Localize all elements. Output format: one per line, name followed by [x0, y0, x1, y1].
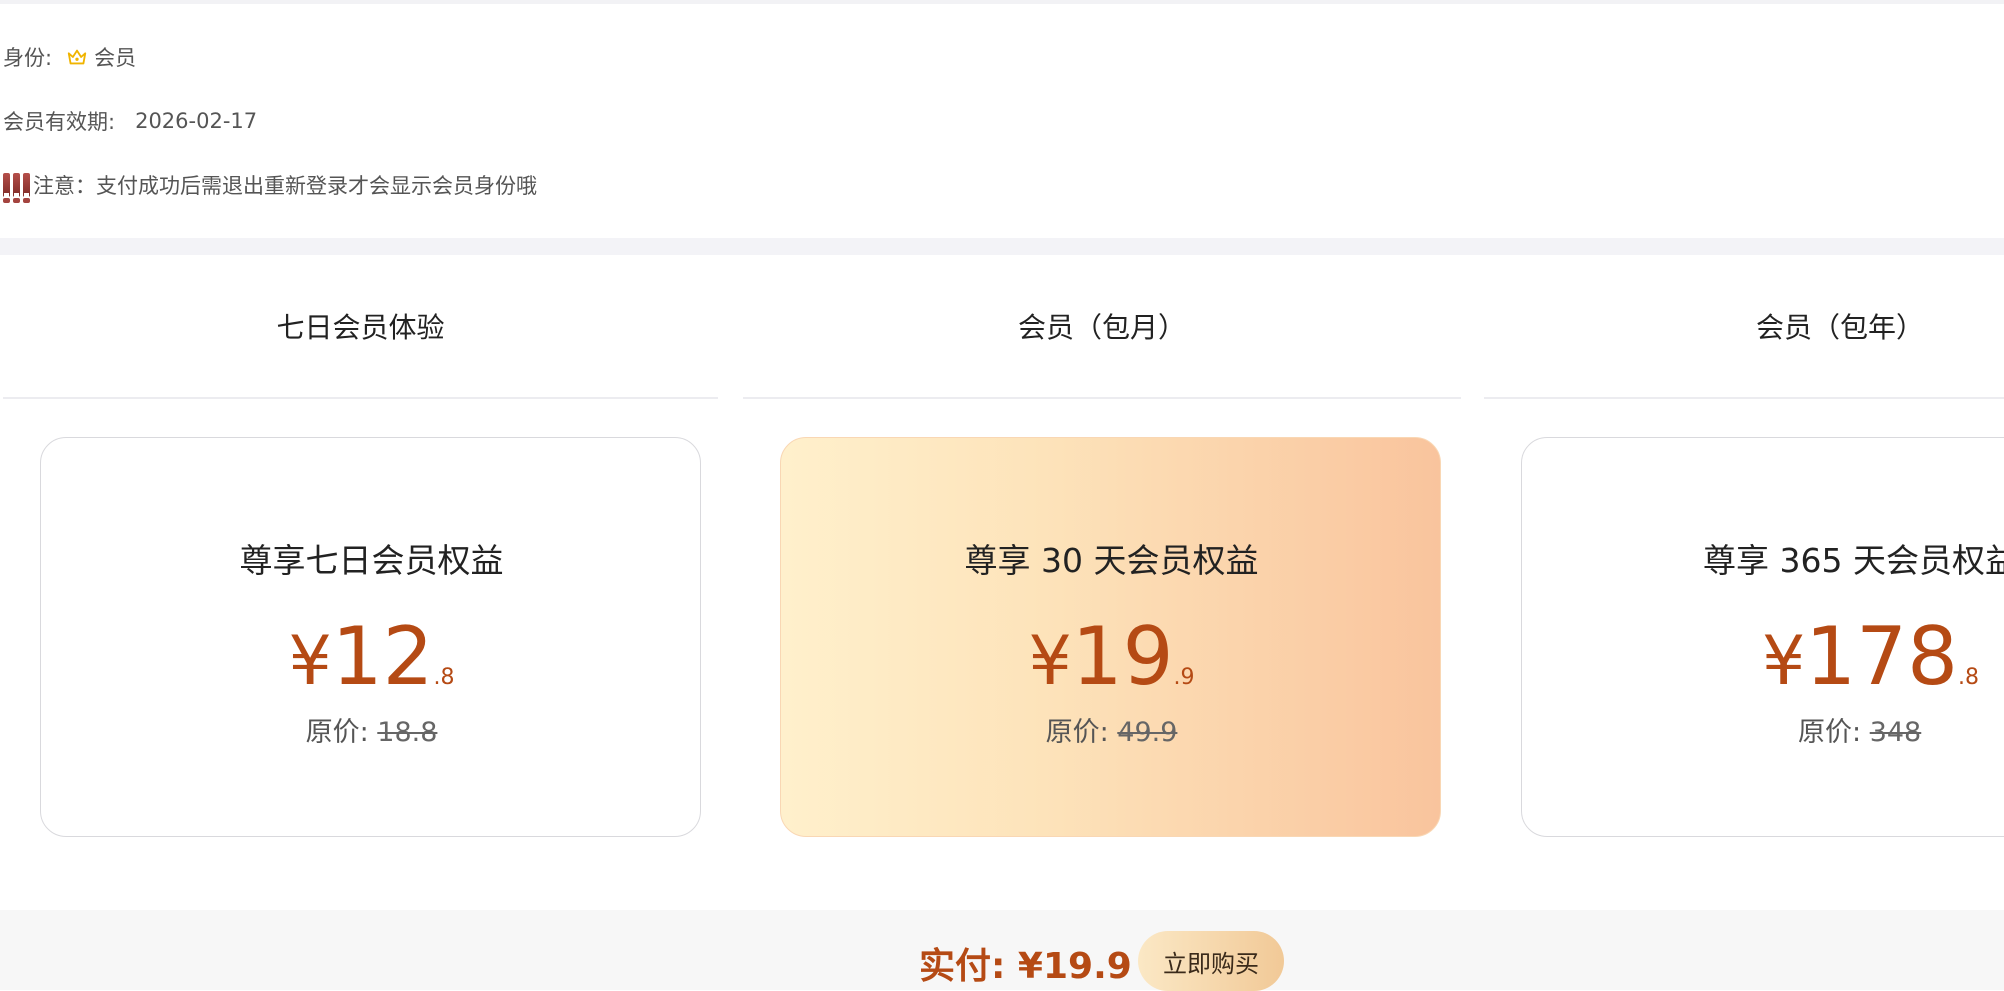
tab-label: 会员（包年）	[1756, 311, 1925, 344]
price-integer: 178	[1805, 610, 1958, 703]
original-price-value: 348	[1869, 717, 1922, 748]
plan-price: ¥12.8	[41, 610, 702, 703]
identity-value: 会员	[94, 46, 137, 70]
expiry-label: 会员有效期:	[3, 110, 116, 134]
buy-now-button[interactable]: 立即购买	[1138, 931, 1284, 991]
original-price-label: 原价:	[1045, 717, 1109, 748]
notice-text: 注意：支付成功后需退出重新登录才会显示会员身份哦	[33, 174, 537, 198]
plan-price: ¥178.8	[1762, 610, 1979, 703]
triple-exclamation-icon	[3, 173, 30, 203]
tab-label: 会员（包月）	[1017, 311, 1186, 344]
original-price: 原价: 18.8	[41, 710, 702, 749]
original-price: 原价: 348	[1798, 710, 1921, 749]
checkout-bar: 实付: ¥19.9 立即购买	[0, 910, 2004, 991]
original-price-label: 原价:	[305, 717, 369, 748]
plan-card-yearly[interactable]: 尊享 365 天会员权益 ¥178.8 原价: 348	[1521, 437, 2004, 837]
plan-title: 尊享 30 天会员权益	[964, 541, 1259, 580]
price-decimal: .8	[433, 665, 455, 690]
tab-monthly[interactable]: 会员（包月）	[743, 255, 1461, 399]
original-price-value: 18.8	[377, 717, 438, 748]
expiry-row: 会员有效期: 2026-02-17	[3, 106, 257, 136]
price-decimal: .9	[1173, 665, 1195, 690]
member-info-panel: 身份: 会员 会员有效期: 2026-02-17 注意：支付成功后需退出重新登录…	[0, 0, 2004, 238]
plan-card-monthly[interactable]: 尊享 30 天会员权益 ¥19.9 原价: 49.9	[780, 437, 1441, 837]
price-decimal: .8	[1957, 665, 1979, 690]
tab-yearly[interactable]: 会员（包年）	[1484, 255, 2004, 399]
plan-tabs: 七日会员体验 会员（包月） 会员（包年）	[0, 255, 2004, 400]
plan-title: 尊享 365 天会员权益	[1703, 541, 2004, 580]
notice-row: 注意：支付成功后需退出重新登录才会显示会员身份哦	[3, 170, 537, 203]
original-price: 原价: 49.9	[781, 710, 1442, 749]
plan-title: 尊享七日会员权益	[239, 541, 504, 580]
currency-symbol: ¥	[288, 622, 332, 701]
currency-symbol: ¥	[1762, 622, 1806, 701]
plan-card-seven-day[interactable]: 尊享七日会员权益 ¥12.8 原价: 18.8	[40, 437, 701, 837]
tab-label: 七日会员体验	[276, 311, 445, 344]
expiry-value: 2026-02-17	[135, 109, 258, 133]
identity-row: 身份: 会员	[3, 42, 136, 72]
section-divider	[0, 238, 2004, 255]
original-price-value: 49.9	[1117, 717, 1178, 748]
price-integer: 12	[331, 610, 434, 703]
amount-due: 实付: ¥19.9	[919, 946, 1132, 987]
price-integer: 19	[1071, 610, 1174, 703]
currency-symbol: ¥	[1028, 622, 1072, 701]
crown-icon	[67, 49, 87, 65]
plan-price: ¥19.9	[781, 610, 1442, 703]
identity-label: 身份:	[3, 46, 53, 70]
tab-seven-day[interactable]: 七日会员体验	[3, 255, 718, 399]
original-price-label: 原价:	[1798, 717, 1862, 748]
